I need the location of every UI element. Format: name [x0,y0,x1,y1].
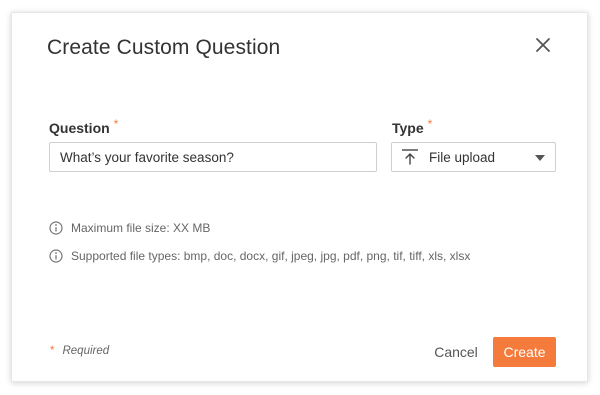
dialog-title: Create Custom Question [47,36,281,59]
question-label-text: Question [49,120,110,136]
required-text: Required [62,345,110,357]
info-max-file-size: Maximum file size: XX MB [49,221,210,235]
type-dropdown-value: File upload [429,150,496,165]
create-custom-question-dialog: Create Custom Question Question* Type* F… [11,12,588,382]
cancel-button[interactable]: Cancel [424,337,488,367]
required-asterisk: * [50,345,55,357]
info-supported-types: Supported file types: bmp, doc, docx, gi… [49,249,470,263]
info-text: Supported file types: bmp, doc, docx, gi… [71,249,471,263]
create-button[interactable]: Create [493,337,556,367]
required-note: * Required [50,345,109,357]
question-input[interactable] [49,142,377,172]
upload-icon [402,149,418,165]
type-label-text: Type [392,120,424,136]
close-icon[interactable] [535,37,551,53]
info-text: Maximum file size: XX MB [71,221,211,235]
info-icon [49,249,63,263]
required-asterisk: * [427,117,433,131]
required-asterisk: * [113,117,119,131]
caret-down-icon [535,155,545,161]
question-label: Question * [49,117,119,136]
info-icon [49,221,63,235]
type-dropdown[interactable]: File upload [391,142,556,172]
type-label: Type * [392,117,433,136]
